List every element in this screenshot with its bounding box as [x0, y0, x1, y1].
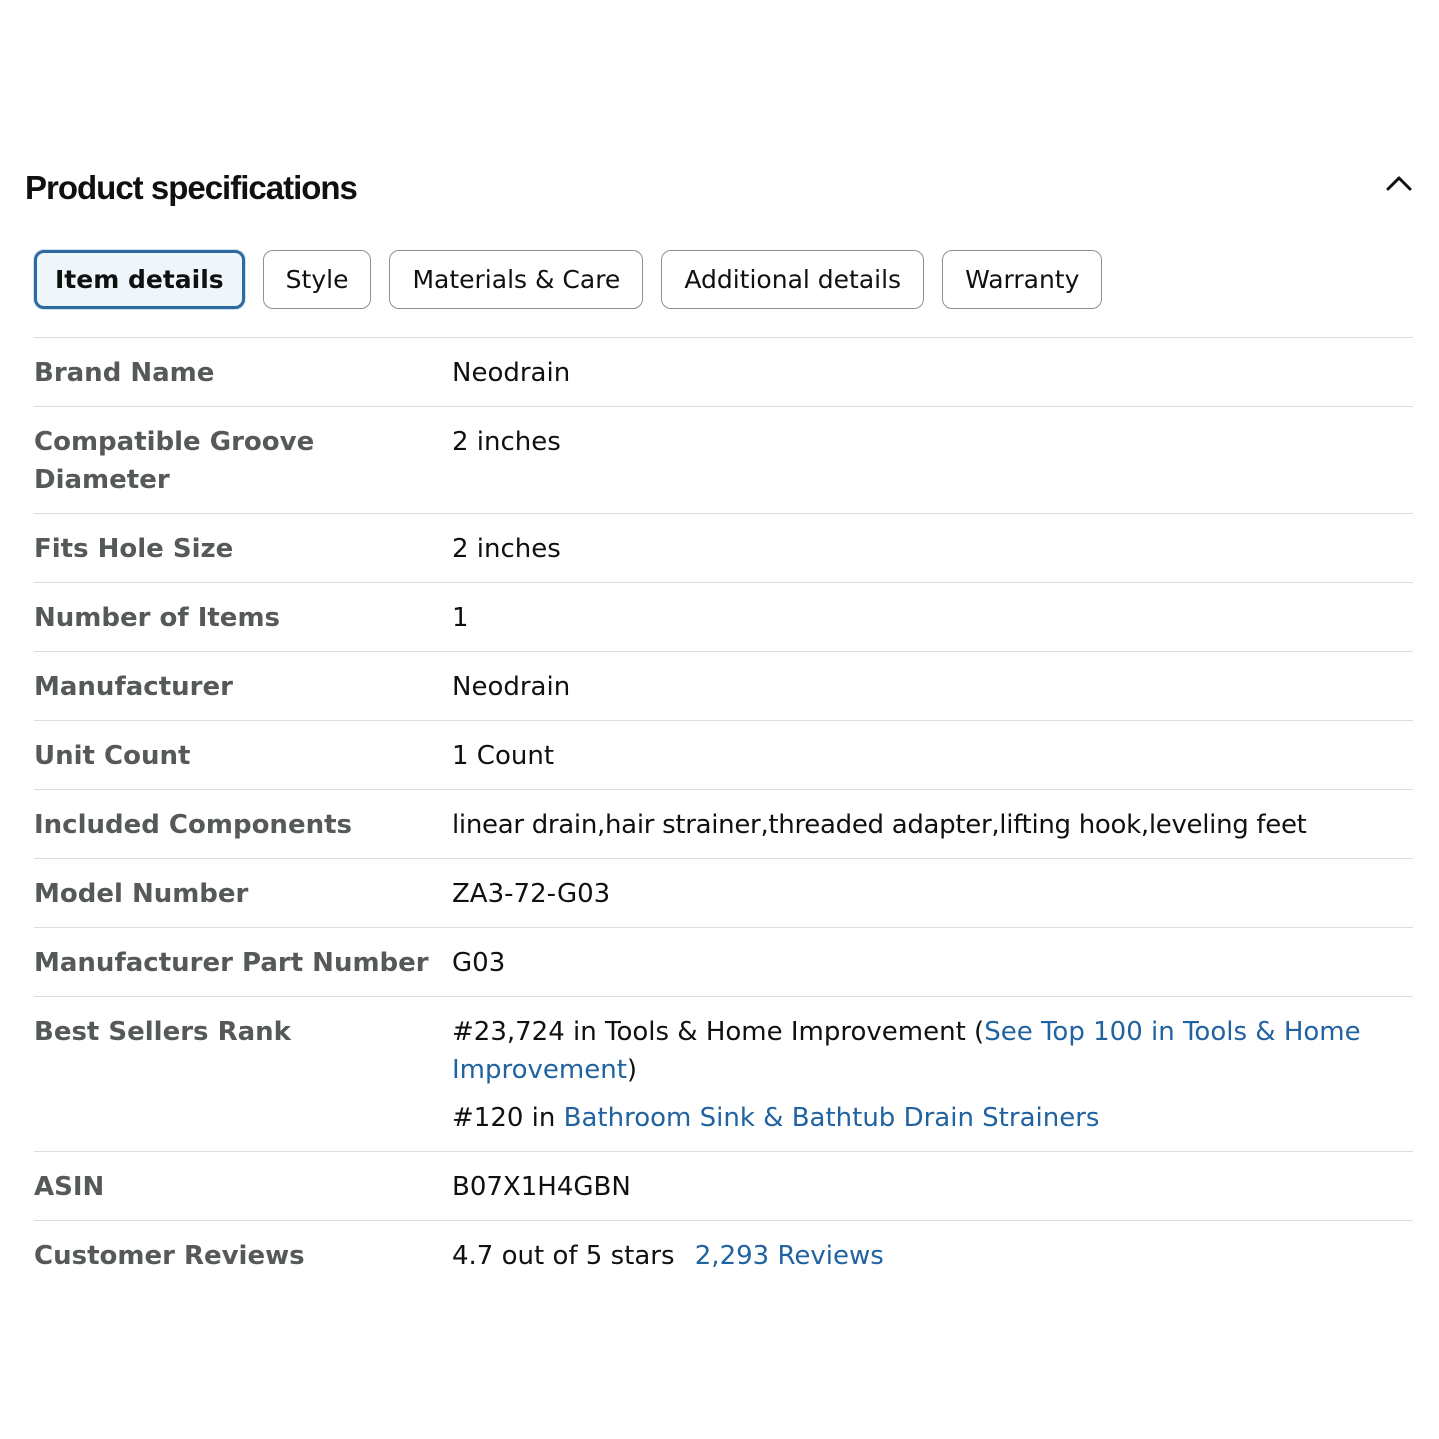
- spec-value: G03: [452, 948, 506, 978]
- spec-value: 2 inches: [452, 427, 561, 457]
- rating-text: 4.7 out of 5 stars: [452, 1241, 675, 1271]
- spec-row-brand-name: Brand Name Neodrain: [34, 338, 1413, 407]
- spec-value: linear drain,hair strainer,threaded adap…: [452, 810, 1307, 840]
- tab-item-details[interactable]: Item details: [34, 250, 245, 309]
- spec-label: Compatible Groove Diameter: [34, 427, 315, 495]
- section-title: Product specifications: [25, 169, 358, 206]
- review-count: 2,293: [694, 1241, 770, 1271]
- rank-text: #23,724 in Tools & Home Improvement (: [452, 1017, 985, 1047]
- spec-value: 1: [452, 603, 469, 633]
- chevron-up-icon[interactable]: [1383, 168, 1415, 200]
- spec-label: Brand Name: [34, 358, 215, 388]
- spec-label: Best Sellers Rank: [34, 1017, 291, 1047]
- spec-row-part-number: Manufacturer Part Number G03: [34, 928, 1413, 997]
- spec-label: Unit Count: [34, 741, 191, 771]
- tab-style[interactable]: Style: [262, 250, 372, 309]
- spec-label: ASIN: [34, 1172, 105, 1202]
- rank-line-category: #120 in Bathroom Sink & Bathtub Drain St…: [452, 1099, 1413, 1137]
- spec-value: #23,724 in Tools & Home Improvement (See…: [452, 1013, 1413, 1137]
- spec-label: Included Components: [34, 810, 352, 840]
- rank-text: #120 in: [452, 1103, 564, 1133]
- spec-row-number-of-items: Number of Items 1: [34, 583, 1413, 652]
- spec-row-best-sellers-rank: Best Sellers Rank #23,724 in Tools & Hom…: [34, 997, 1413, 1152]
- spec-value: Neodrain: [452, 672, 571, 702]
- spec-row-customer-reviews: Customer Reviews 4.7 out of 5 stars 2,29…: [34, 1221, 1413, 1289]
- spec-value: 4.7 out of 5 stars 2,293 Reviews: [452, 1237, 1413, 1275]
- spec-table: Brand Name Neodrain Compatible Groove Di…: [34, 337, 1413, 1289]
- tab-warranty[interactable]: Warranty: [942, 250, 1103, 309]
- spec-value: B07X1H4GBN: [452, 1172, 631, 1202]
- spec-value: 1 Count: [452, 741, 555, 771]
- spec-label: Model Number: [34, 879, 249, 909]
- reviews-link[interactable]: 2,293 Reviews: [695, 1241, 884, 1271]
- spec-label: Manufacturer Part Number: [34, 948, 429, 978]
- spec-label: Customer Reviews: [34, 1241, 305, 1271]
- spec-row-hole-size: Fits Hole Size 2 inches: [34, 514, 1413, 583]
- tab-additional-details[interactable]: Additional details: [661, 250, 925, 309]
- spec-row-manufacturer: Manufacturer Neodrain: [34, 652, 1413, 721]
- spec-label: Manufacturer: [34, 672, 233, 702]
- spec-row-groove-diameter: Compatible Groove Diameter 2 inches: [34, 407, 1413, 514]
- spec-label: Number of Items: [34, 603, 281, 633]
- spec-row-unit-count: Unit Count 1 Count: [34, 721, 1413, 790]
- spec-row-included-components: Included Components linear drain,hair st…: [34, 790, 1413, 859]
- spec-value: 2 inches: [452, 534, 561, 564]
- spec-tabs: Item details Style Materials & Care Addi…: [34, 250, 1103, 310]
- spec-label: Fits Hole Size: [34, 534, 234, 564]
- reviews-word: Reviews: [777, 1241, 884, 1271]
- rank-text-suffix: ): [626, 1055, 638, 1085]
- spec-value: ZA3-72-G03: [452, 879, 611, 909]
- rank-line-primary: #23,724 in Tools & Home Improvement (See…: [452, 1013, 1413, 1089]
- spec-row-asin: ASIN B07X1H4GBN: [34, 1152, 1413, 1221]
- tab-materials-care[interactable]: Materials & Care: [389, 250, 644, 309]
- drain-strainers-category-link[interactable]: Bathroom Sink & Bathtub Drain Strainers: [564, 1103, 1100, 1133]
- section-header: Product specifications: [25, 168, 1415, 212]
- spec-row-model-number: Model Number ZA3-72-G03: [34, 859, 1413, 928]
- spec-value: Neodrain: [452, 358, 571, 388]
